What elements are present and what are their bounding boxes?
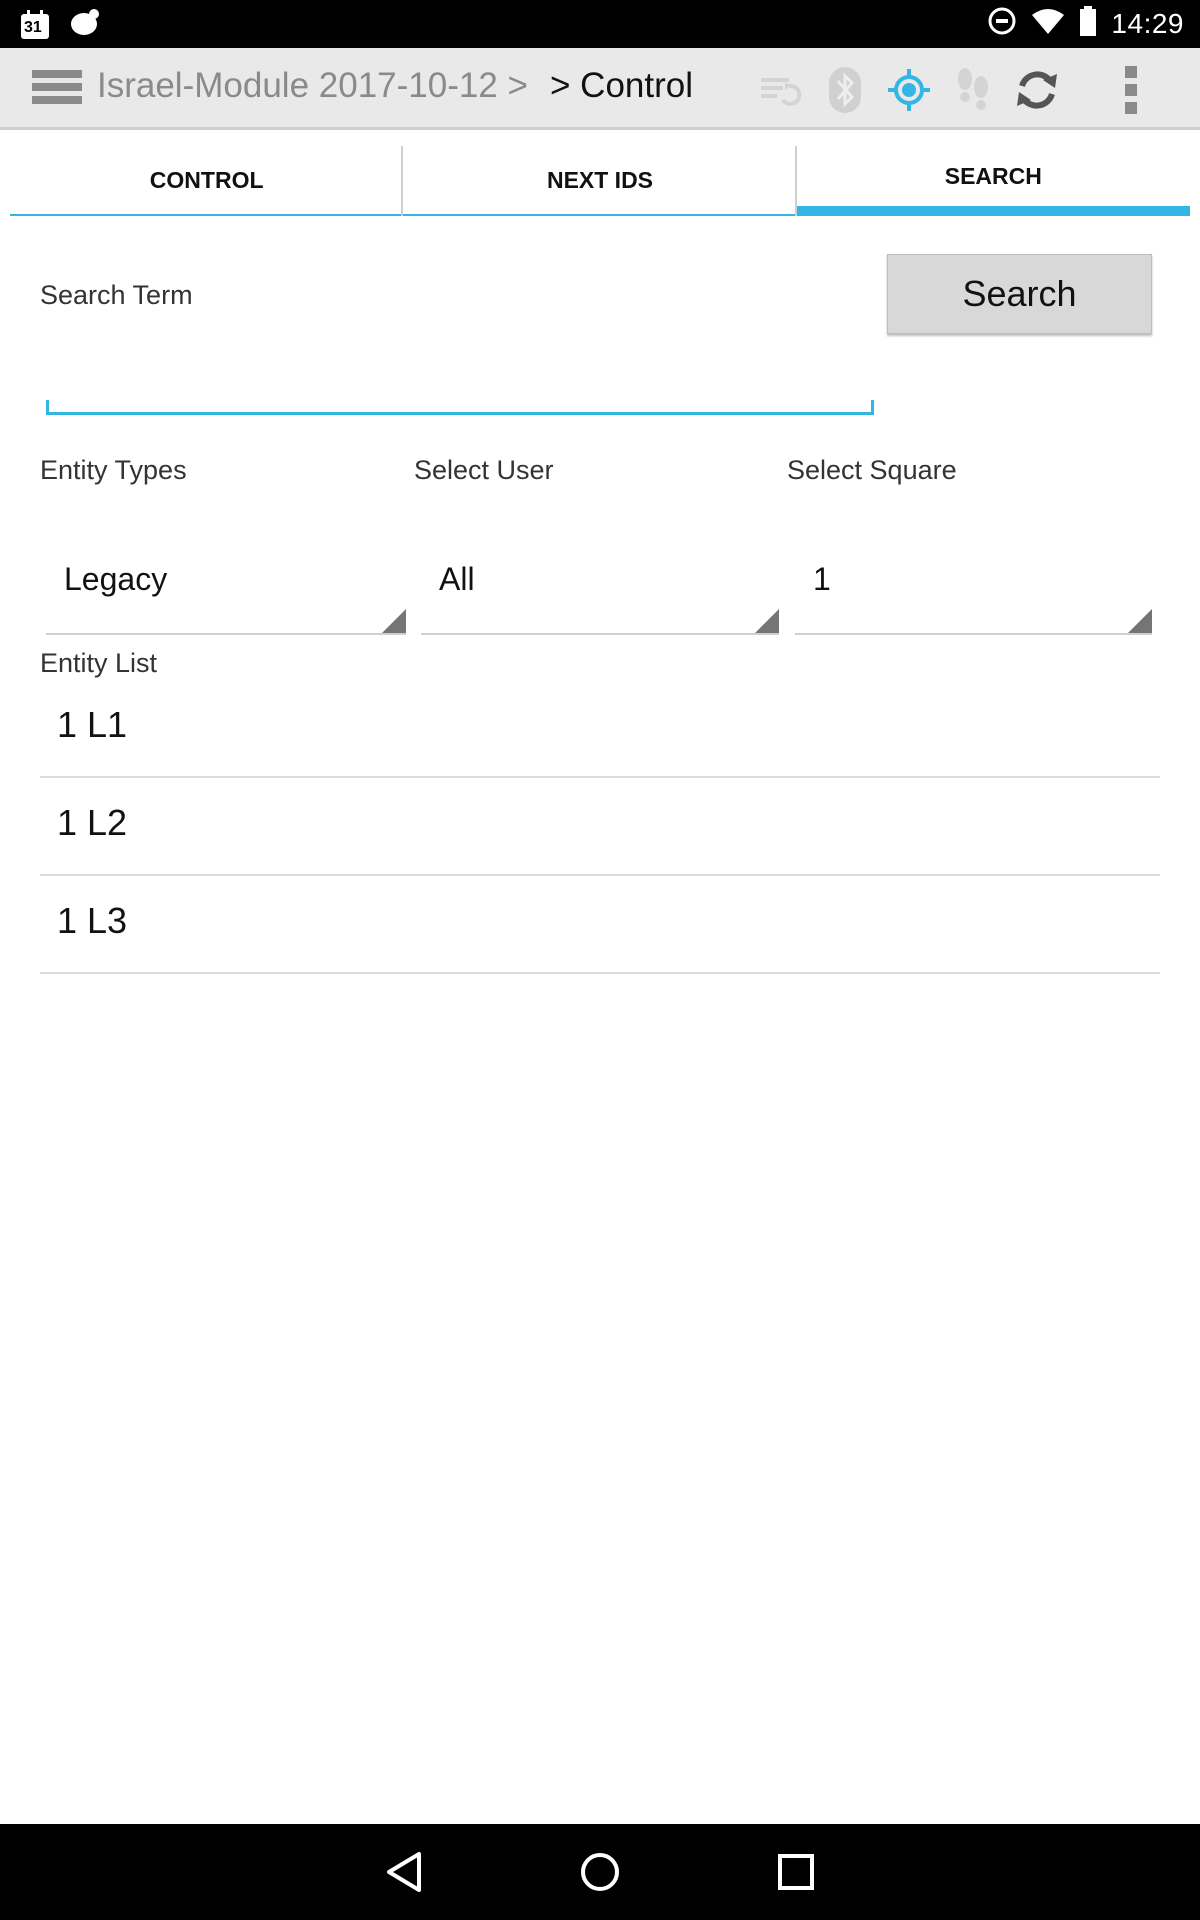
list-item-label: 1 L1 — [57, 704, 128, 745]
wifi-icon — [1031, 7, 1065, 40]
dropdown-arrow-icon — [1128, 609, 1152, 633]
list-item-label: 1 L2 — [57, 802, 128, 843]
hamburger-menu-icon[interactable] — [32, 70, 82, 110]
page-title: > Control — [550, 66, 693, 105]
select-square-spinner[interactable]: 1 — [795, 535, 1152, 635]
back-icon[interactable] — [375, 1842, 435, 1902]
battery-icon — [1079, 6, 1097, 41]
tab-control[interactable]: CONTROL — [10, 146, 404, 216]
dropdown-arrow-icon — [755, 609, 779, 633]
entity-types-spinner[interactable]: Legacy — [46, 535, 406, 635]
select-user-label: Select User — [414, 455, 554, 485]
tab-search[interactable]: SEARCH — [796, 146, 1190, 216]
tab-next-ids[interactable]: NEXT IDS — [403, 146, 797, 216]
action-bar: Israel-Module 2017-10-12 > > Control — [0, 48, 1200, 130]
calendar-icon: 31 — [20, 9, 50, 40]
input-left-tick — [46, 400, 49, 414]
select-user-spinner[interactable]: All — [421, 535, 779, 635]
list-item-label: 1 L3 — [57, 900, 128, 941]
search-input[interactable] — [46, 355, 874, 415]
tab-bar: CONTROL NEXT IDS SEARCH — [10, 146, 1190, 216]
sync-list-icon[interactable] — [755, 64, 807, 116]
gps-location-icon[interactable] — [883, 64, 935, 116]
recents-icon[interactable] — [766, 1842, 826, 1902]
footsteps-icon[interactable] — [947, 64, 999, 116]
overflow-menu-icon[interactable] — [1105, 64, 1157, 116]
entity-list-label: Entity List — [40, 648, 158, 678]
search-term-label: Search Term — [40, 280, 193, 310]
dropdown-arrow-icon — [382, 609, 406, 633]
list-item[interactable]: 1 L1 — [40, 680, 1160, 778]
entity-types-label: Entity Types — [40, 455, 187, 485]
notification-app-icon — [70, 8, 100, 41]
do-not-disturb-icon — [987, 6, 1017, 41]
calendar-day: 31 — [24, 18, 42, 36]
search-button[interactable]: Search — [887, 254, 1152, 334]
refresh-icon[interactable] — [1011, 64, 1063, 116]
status-bar: 31 14:29 — [0, 0, 1200, 48]
list-item[interactable]: 1 L3 — [40, 876, 1160, 974]
input-right-tick — [871, 400, 874, 414]
home-icon[interactable] — [570, 1842, 630, 1902]
navigation-bar — [0, 1824, 1200, 1920]
select-square-label: Select Square — [787, 455, 957, 485]
bluetooth-icon[interactable] — [819, 64, 871, 116]
breadcrumb[interactable]: Israel-Module 2017-10-12 > — [97, 66, 528, 106]
clock: 14:29 — [1111, 7, 1184, 39]
entity-types-value: Legacy — [64, 561, 168, 597]
list-item[interactable]: 1 L2 — [40, 778, 1160, 876]
select-square-value: 1 — [813, 561, 831, 597]
select-user-value: All — [439, 561, 475, 597]
